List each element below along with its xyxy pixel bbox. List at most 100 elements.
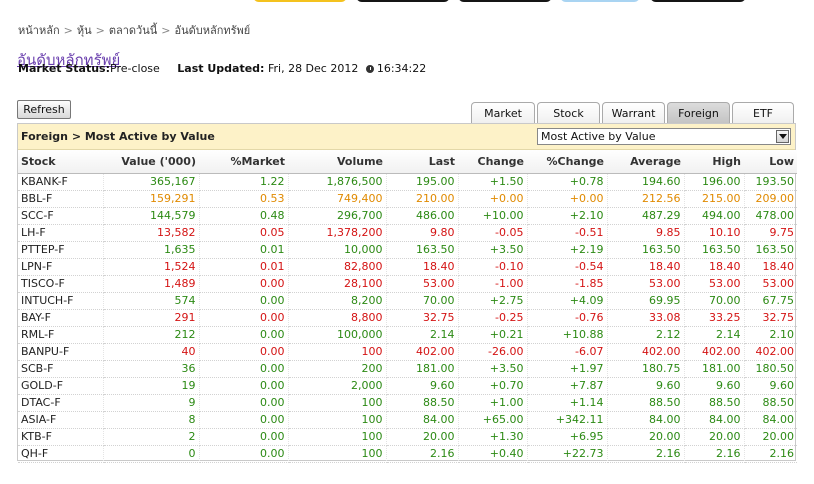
top-banner-button-4[interactable] [650,0,746,2]
stock-symbol[interactable]: KBANK-F [18,173,104,191]
tab-stock[interactable]: Stock [537,102,600,123]
breadcrumb-current: อันดับหลักทรัพย์ [174,24,251,37]
table-row[interactable]: KTB-F 2 0.00 100 20.00 +1.30 +6.95 20.00 20.00 20… [18,428,797,446]
top-banner-button-3[interactable] [560,0,640,2]
table-row[interactable]: INTUCH-F 574 0.00 8,200 70.00 +2.75 +4.09 69.95… [18,292,797,310]
table-row[interactable]: RML-F 212 0.00 100,000 2.14 +0.21 +10.88 2.12 2.… [18,326,797,344]
table-cell: 402.00 [684,343,745,361]
column-header[interactable]: Value ('000) [103,150,199,174]
table-cell: +0.00 [458,190,528,208]
column-header[interactable]: Low [744,150,797,174]
top-banner-button-2[interactable] [458,0,552,2]
table-cell: 0.53 [199,190,289,208]
table-cell: +2.19 [527,241,608,259]
column-header[interactable]: Average [607,150,684,174]
column-header[interactable]: Stock [18,150,103,174]
table-cell: 1,378,200 [288,224,387,242]
stock-symbol[interactable]: QH-F [18,445,104,463]
table-cell: 180.75 [607,360,685,378]
table-row[interactable]: KBANK-F 365,167 1.22 1,876,500 195.00 +1.50 +0… [18,173,797,191]
breadcrumb-home[interactable]: หน้าหลัก [18,24,60,37]
table-cell: 33.25 [684,309,745,327]
table-cell: +1.14 [527,394,608,412]
table-row[interactable]: GOLD-F 19 0.00 2,000 9.60 +0.70 +7.87 9.60 9.60 9… [18,377,797,395]
table-cell: 181.00 [386,360,459,378]
table-cell: 487.29 [607,207,685,225]
tab-foreign[interactable]: Foreign [667,102,730,123]
ranking-type-select[interactable]: Most Active by Value [537,128,791,145]
market-status-line: Market Status:Pre-close Last Updated: Fr… [18,62,426,75]
chevron-down-icon[interactable] [776,130,789,143]
breadcrumb-stocks[interactable]: หุ้น [77,24,92,37]
tab-etf[interactable]: ETF [732,102,794,123]
stock-symbol[interactable]: BBL-F [18,190,104,208]
table-cell: 9.60 [744,377,797,395]
stock-symbol[interactable]: DTAC-F [18,394,104,412]
table-cell: 181.00 [684,360,745,378]
table-row[interactable]: LPN-F 1,524 0.01 82,800 18.40 -0.10 -0.54 18.40… [18,258,797,276]
table-cell: -0.10 [458,258,528,276]
stock-symbol[interactable]: SCC-F [18,207,104,225]
stock-symbol[interactable]: PTTEP-F [18,241,104,259]
table-row[interactable]: PTTEP-F 1,635 0.01 10,000 163.50 +3.50 +2.19 16… [18,241,797,259]
tab-warrant[interactable]: Warrant [602,102,665,123]
table-cell: 84.00 [386,411,459,429]
stock-symbol[interactable]: RML-F [18,326,104,344]
table-row[interactable]: DTAC-F 9 0.00 100 88.50 +1.00 +1.14 88.50 88.50 8… [18,394,797,412]
table-cell: 1,524 [103,258,200,276]
table-cell: 32.75 [744,309,797,327]
column-header[interactable]: %Change [527,150,607,174]
breadcrumb-separator: > [161,24,171,37]
stock-symbol[interactable]: KTB-F [18,428,104,446]
breadcrumb-market-today[interactable]: ตลาดวันนี้ [109,24,157,37]
stock-symbol[interactable]: TISCO-F [18,275,104,293]
table-cell: 144,579 [103,207,200,225]
table-row[interactable]: LH-F 13,582 0.05 1,378,200 9.80 -0.05 -0.51 9.8… [18,224,797,242]
column-header[interactable]: High [684,150,744,174]
table-cell: 28,100 [288,275,387,293]
stock-symbol[interactable]: BAY-F [18,309,104,327]
market-status-value: Pre-close [110,62,160,75]
table-cell: -26.00 [458,343,528,361]
table-row[interactable]: SCC-F 144,579 0.48 296,700 486.00 +10.00 +2.10… [18,207,797,225]
stock-symbol[interactable]: BANPU-F [18,343,104,361]
stock-symbol[interactable]: SCB-F [18,360,104,378]
top-banner-strip [0,0,814,2]
table-cell: 8 [103,411,200,429]
table-cell: 749,400 [288,190,387,208]
column-header[interactable]: Last [386,150,458,174]
tab-market[interactable]: Market [471,102,535,123]
table-cell: 0.01 [199,258,289,276]
column-header[interactable]: Volume [288,150,386,174]
top-banner-button-1[interactable] [356,0,450,2]
table-row[interactable]: ASIA-F 8 0.00 100 84.00 +65.00 +342.11 84.00 84.… [18,411,797,429]
table-cell: +2.75 [458,292,528,310]
stock-symbol[interactable]: ASIA-F [18,411,104,429]
table-cell: 100 [288,445,387,463]
table-row[interactable]: BANPU-F 40 0.00 100 402.00 -26.00 -6.07 402.00 4… [18,343,797,361]
table-cell: 0.00 [199,275,289,293]
table-cell: 84.00 [684,411,745,429]
stock-symbol[interactable]: INTUCH-F [18,292,104,310]
table-row[interactable]: QH-F 0 0.00 100 2.16 +0.40 +22.73 2.16 2.16 2.16 [18,445,797,463]
refresh-button[interactable]: Refresh [17,100,71,119]
table-row[interactable]: SCB-F 36 0.00 200 181.00 +3.50 +1.97 180.75 181.… [18,360,797,378]
stock-symbol[interactable]: GOLD-F [18,377,104,395]
top-banner-button-0[interactable] [253,0,347,2]
table-cell: -0.05 [458,224,528,242]
stock-symbol[interactable]: LH-F [18,224,104,242]
table-cell: +22.73 [527,445,608,463]
table-row[interactable]: BAY-F 291 0.00 8,800 32.75 -0.25 -0.76 33.08 33.… [18,309,797,327]
column-header[interactable]: %Market [199,150,288,174]
table-cell: 163.50 [744,241,797,259]
table-cell: 200 [288,360,387,378]
table-cell: 10.10 [684,224,745,242]
table-cell: +0.21 [458,326,528,344]
table-row[interactable]: BBL-F 159,291 0.53 749,400 210.00 +0.00 +0.00 2… [18,190,797,208]
table-cell: 193.50 [744,173,797,191]
table-row[interactable]: TISCO-F 1,489 0.00 28,100 53.00 -1.00 -1.85 53.… [18,275,797,293]
table-cell: 365,167 [103,173,200,191]
column-header[interactable]: Change [458,150,527,174]
stock-symbol[interactable]: LPN-F [18,258,104,276]
ranking-type-selected: Most Active by Value [541,130,656,143]
